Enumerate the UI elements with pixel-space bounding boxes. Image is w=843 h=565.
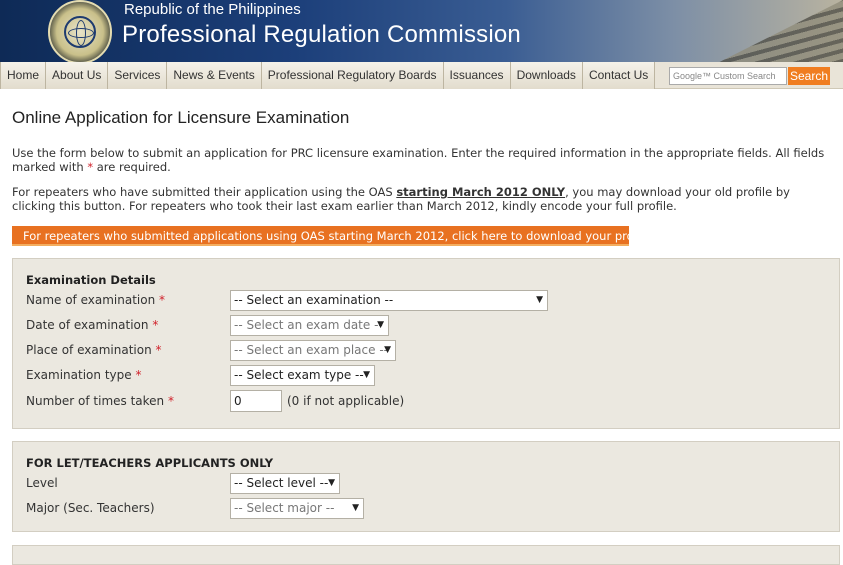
nav-downloads[interactable]: Downloads [510, 62, 583, 89]
exam-name-value: -- Select an examination -- [234, 293, 394, 307]
nav-about-us[interactable]: About Us [46, 62, 109, 89]
let-applicants-heading: FOR LET/TEACHERS APPLICANTS ONLY [26, 456, 274, 470]
download-profile-button[interactable]: For repeaters who submitted applications… [12, 226, 651, 246]
intro-text-b: are required. [93, 160, 171, 174]
required-asterisk: * [167, 394, 174, 408]
search-input[interactable]: Google™ Custom Search [669, 67, 787, 85]
intro-text: Use the form below to submit an applicat… [12, 146, 830, 174]
nav-news-events[interactable]: News & Events [167, 62, 262, 89]
examination-details-heading: Examination Details [26, 273, 156, 287]
exam-name-label-text: Name of examination [26, 293, 156, 307]
exam-type-label-text: Examination type [26, 368, 132, 382]
dropdown-arrow-icon: ▼ [352, 503, 359, 513]
exam-date-select[interactable]: -- Select an exam date -- ▼ [230, 315, 389, 336]
let-applicants-panel: FOR LET/TEACHERS APPLICANTS ONLY Level -… [12, 441, 840, 532]
exam-name-select[interactable]: -- Select an examination -- ▼ [230, 290, 548, 311]
atom-icon [64, 16, 96, 48]
exam-date-label: Date of examination * [26, 318, 158, 332]
header-subtitle: Republic of the Philippines [124, 1, 301, 18]
repeaters-text: For repeaters who have submitted their a… [12, 185, 830, 213]
nav-home[interactable]: Home [0, 62, 47, 89]
site-header: Republic of the Philippines Professional… [0, 0, 843, 62]
dropdown-arrow-icon: ▼ [363, 370, 370, 380]
examination-details-panel: Examination Details Name of examination … [12, 258, 840, 429]
nav-regulatory-boards[interactable]: Professional Regulatory Boards [261, 62, 444, 89]
major-value: -- Select major -- [234, 501, 335, 515]
exam-type-select[interactable]: -- Select exam type -- ▼ [230, 365, 375, 386]
exam-type-value: -- Select exam type -- [234, 368, 364, 382]
nav-issuances[interactable]: Issuances [443, 62, 511, 89]
required-asterisk: * [159, 293, 166, 307]
exam-place-value: -- Select an exam place -- [234, 343, 388, 357]
required-asterisk: * [155, 343, 162, 357]
exam-date-label-text: Date of examination [26, 318, 149, 332]
required-asterisk: * [135, 368, 142, 382]
exam-date-value: -- Select an exam date -- [234, 318, 383, 332]
times-taken-label: Number of times taken * [26, 394, 174, 408]
level-select[interactable]: -- Select level -- ▼ [230, 473, 340, 494]
nav-contact-us[interactable]: Contact Us [582, 62, 656, 89]
times-taken-input[interactable]: 0 [230, 390, 282, 412]
exam-place-label-text: Place of examination [26, 343, 152, 357]
major-label: Major (Sec. Teachers) [26, 501, 155, 515]
main-nav: Home About Us Services News & Events Pro… [0, 62, 656, 89]
exam-type-label: Examination type * [26, 368, 141, 382]
dropdown-arrow-icon: ▼ [536, 295, 543, 305]
search-button[interactable]: Search [788, 67, 830, 85]
building-image [719, 0, 843, 62]
exam-place-select[interactable]: -- Select an exam place -- ▼ [230, 340, 396, 361]
dropdown-arrow-icon: ▼ [377, 320, 384, 330]
repeaters-text-a: For repeaters who have submitted their a… [12, 185, 397, 199]
header-title: Professional Regulation Commission [122, 21, 521, 48]
next-form-panel [12, 545, 840, 565]
times-taken-hint: (0 if not applicable) [287, 394, 405, 408]
exam-name-label: Name of examination * [26, 293, 165, 307]
exam-place-label: Place of examination * [26, 343, 162, 357]
prc-seal-logo[interactable] [48, 0, 112, 62]
nav-services[interactable]: Services [108, 62, 168, 89]
dropdown-arrow-icon: ▼ [384, 345, 391, 355]
page-title: Online Application for Licensure Examina… [12, 108, 350, 127]
major-select[interactable]: -- Select major -- ▼ [230, 498, 364, 519]
required-asterisk: * [152, 318, 159, 332]
level-label: Level [26, 476, 58, 490]
times-taken-label-text: Number of times taken [26, 394, 165, 408]
repeaters-emphasis: starting March 2012 ONLY [396, 185, 566, 199]
level-value: -- Select level -- [234, 476, 329, 490]
dropdown-arrow-icon: ▼ [328, 478, 335, 488]
